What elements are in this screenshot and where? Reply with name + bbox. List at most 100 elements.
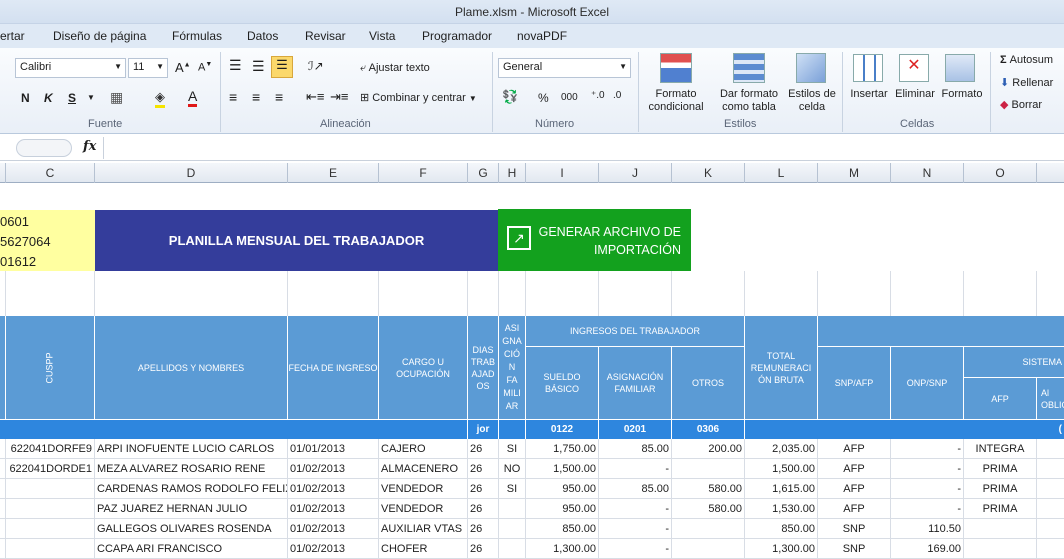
table-cell-others[interactable]: 580.00 — [672, 499, 745, 519]
table-cell[interactable] — [1037, 539, 1064, 559]
table-cell-days[interactable]: 26 — [468, 439, 499, 459]
align-left-icon[interactable]: ≡ — [229, 89, 237, 105]
column-header-p-partial[interactable] — [1037, 163, 1064, 183]
table-cell-afp[interactable] — [964, 519, 1037, 539]
tab-review[interactable]: Revisar — [305, 29, 346, 43]
table-cell-total[interactable]: 2,035.00 — [745, 439, 818, 459]
chevron-down-icon[interactable]: ▼ — [87, 93, 95, 102]
table-cell-cuspp[interactable]: 622041DORDE1 — [6, 459, 95, 479]
table-cell-pos[interactable]: CAJERO — [379, 439, 468, 459]
column-header-h[interactable]: H — [499, 163, 526, 183]
clear-button[interactable]: ◆ Borrar — [1000, 98, 1042, 111]
table-cell-sys[interactable]: SNP — [818, 519, 891, 539]
grow-font-icon[interactable]: A▲ — [175, 60, 191, 75]
font-size-select[interactable]: 11 ▼ — [128, 58, 168, 78]
table-cell-fam[interactable] — [499, 499, 526, 519]
column-header-f[interactable]: F — [379, 163, 468, 183]
align-right-icon[interactable]: ≡ — [275, 89, 283, 105]
table-cell-basic[interactable]: 950.00 — [526, 479, 599, 499]
name-box-scroll[interactable] — [16, 139, 72, 157]
table-cell-afp[interactable]: PRIMA — [964, 499, 1037, 519]
column-header-o[interactable]: O — [964, 163, 1037, 183]
table-cell-days[interactable]: 26 — [468, 479, 499, 499]
table-cell-name[interactable]: CARDENAS RAMOS RODOLFO FELIX — [95, 479, 288, 499]
table-cell-onp[interactable]: - — [891, 459, 964, 479]
table-cell-onp[interactable]: - — [891, 499, 964, 519]
table-cell-fam[interactable]: NO — [499, 459, 526, 479]
tab-page-layout[interactable]: Diseño de página — [53, 29, 146, 43]
table-cell-onp[interactable]: 110.50 — [891, 519, 964, 539]
column-header-l[interactable]: L — [745, 163, 818, 183]
table-cell-total[interactable]: 1,300.00 — [745, 539, 818, 559]
percent-button[interactable]: % — [538, 91, 549, 105]
generate-import-file-button[interactable]: ↗ GENERAR ARCHIVO DE IMPORTACIÓN — [498, 209, 691, 271]
conditional-format-button[interactable]: Formato condicional — [642, 88, 710, 114]
table-cell-allow[interactable]: - — [599, 459, 672, 479]
column-header-i[interactable]: I — [526, 163, 599, 183]
decrease-decimal-icon[interactable]: .0 — [613, 90, 621, 101]
table-cell-total[interactable]: 850.00 — [745, 519, 818, 539]
chevron-down-icon[interactable]: ▼ — [156, 62, 164, 71]
table-cell-total[interactable]: 1,615.00 — [745, 479, 818, 499]
table-cell-onp[interactable]: - — [891, 479, 964, 499]
orientation-icon[interactable]: ℐ↗ — [308, 59, 324, 73]
align-middle-icon[interactable]: ☰ — [252, 58, 265, 75]
column-header-c[interactable]: C — [6, 163, 95, 183]
number-format-select[interactable]: General ▼ — [498, 58, 631, 78]
table-cell-cuspp[interactable] — [6, 539, 95, 559]
column-header-g[interactable]: G — [468, 163, 499, 183]
table-cell-fam[interactable] — [499, 519, 526, 539]
table-cell-date[interactable]: 01/02/2013 — [288, 459, 379, 479]
column-header-k[interactable]: K — [672, 163, 745, 183]
company-info-cell[interactable]: 0601 5627064 01612 — [0, 210, 95, 271]
table-cell[interactable] — [1037, 439, 1064, 459]
formula-input[interactable] — [103, 137, 1064, 159]
table-cell-name[interactable]: ARPI INOFUENTE LUCIO CARLOS — [95, 439, 288, 459]
chevron-down-icon[interactable]: ▼ — [619, 62, 627, 71]
insert-button[interactable]: Insertar — [846, 88, 892, 100]
table-cell-total[interactable]: 1,530.00 — [745, 499, 818, 519]
table-cell-basic[interactable]: 1,500.00 — [526, 459, 599, 479]
function-icon[interactable]: fx — [83, 139, 96, 154]
column-header-m[interactable]: M — [818, 163, 891, 183]
table-cell-basic[interactable]: 1,750.00 — [526, 439, 599, 459]
align-center-icon[interactable]: ≡ — [252, 89, 260, 105]
table-cell-sys[interactable]: AFP — [818, 499, 891, 519]
table-cell-fam[interactable] — [499, 539, 526, 559]
table-cell-name[interactable]: PAZ JUAREZ HERNAN JULIO — [95, 499, 288, 519]
table-cell-afp[interactable]: PRIMA — [964, 459, 1037, 479]
table-cell-pos[interactable]: AUXILIAR VTAS — [379, 519, 468, 539]
tab-data[interactable]: Datos — [247, 29, 278, 43]
column-header-n[interactable]: N — [891, 163, 964, 183]
italic-button[interactable]: K — [44, 91, 53, 105]
fill-button[interactable]: ⬇ Rellenar — [1000, 76, 1053, 89]
table-cell-others[interactable] — [672, 519, 745, 539]
table-cell[interactable] — [1037, 519, 1064, 539]
delete-cells-icon[interactable]: ✕ — [899, 54, 929, 82]
table-cell-others[interactable]: 580.00 — [672, 479, 745, 499]
align-bottom-icon[interactable]: ☰ — [271, 56, 293, 78]
table-cell-cuspp[interactable] — [6, 519, 95, 539]
format-button[interactable]: Formato — [938, 88, 986, 100]
column-header-j[interactable]: J — [599, 163, 672, 183]
table-cell-basic[interactable]: 1,300.00 — [526, 539, 599, 559]
tab-novapdf[interactable]: novaPDF — [517, 29, 567, 43]
table-cell-afp[interactable]: INTEGRA — [964, 439, 1037, 459]
table-cell-sys[interactable]: AFP — [818, 479, 891, 499]
tab-insert[interactable]: ertar — [0, 29, 25, 43]
table-cell[interactable] — [1037, 499, 1064, 519]
table-cell-afp[interactable] — [964, 539, 1037, 559]
font-name-select[interactable]: Calibri ▼ — [15, 58, 126, 78]
tab-developer[interactable]: Programador — [422, 29, 492, 43]
increase-decimal-icon[interactable]: ⁺.0 — [591, 90, 605, 101]
worksheet-grid[interactable]: 0601 5627064 01612 PLANILLA MENSUAL DEL … — [0, 183, 1064, 559]
cell-styles-icon[interactable] — [796, 53, 826, 83]
table-cell-name[interactable]: GALLEGOS OLIVARES ROSENDA — [95, 519, 288, 539]
table-cell-others[interactable] — [672, 459, 745, 479]
table-cell-date[interactable]: 01/01/2013 — [288, 439, 379, 459]
table-cell-allow[interactable]: - — [599, 499, 672, 519]
table-cell-allow[interactable]: - — [599, 539, 672, 559]
conditional-format-icon[interactable] — [660, 53, 692, 83]
table-cell-pos[interactable]: ALMACENERO — [379, 459, 468, 479]
table-cell-pos[interactable]: VENDEDOR — [379, 499, 468, 519]
